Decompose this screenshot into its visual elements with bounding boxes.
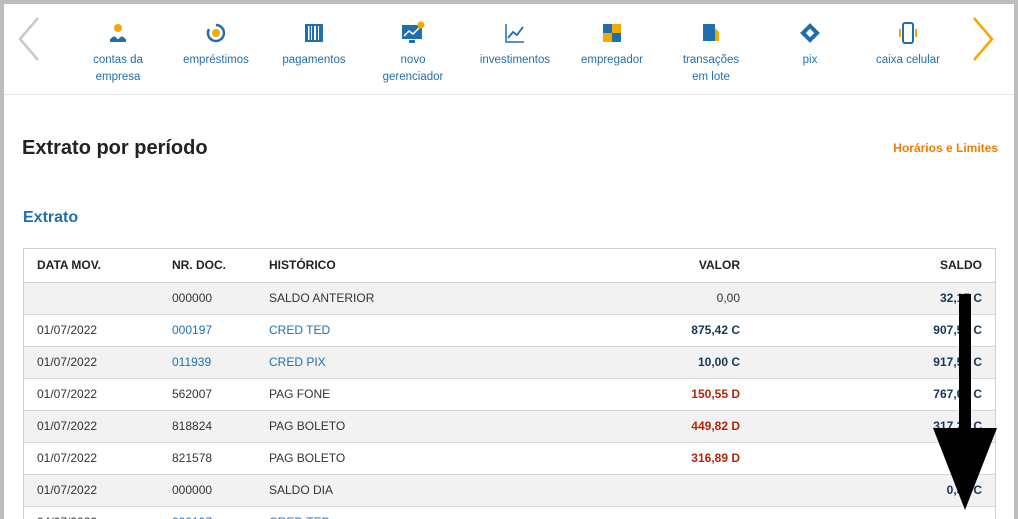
- cell-value: 0,00: [716, 291, 740, 305]
- table-row: 01/07/2022 818824 PAG BOLETO 449,82 D 31…: [24, 411, 995, 443]
- nav-item-label: contas da empresa: [93, 54, 143, 83]
- table-row: 01/07/2022 011939 CRED PIX 10,00 C 917,5…: [24, 347, 995, 379]
- cell-value: 150,55 D: [691, 387, 740, 401]
- cell-date: 01/07/2022: [37, 387, 98, 401]
- puzzle-icon: [603, 24, 621, 42]
- cell-balance: 32,15 C: [939, 291, 982, 305]
- nav-item-emprestimos[interactable]: empréstimos: [167, 20, 265, 69]
- cell-history: PAG BOLETO: [269, 419, 346, 433]
- cell-history-link[interactable]: CRED TED: [269, 507, 330, 519]
- line-chart-icon: [505, 24, 524, 43]
- nav-item-label: pix: [802, 54, 818, 66]
- nav-item-label: transações em lote: [682, 54, 740, 83]
- cell-doc: 000000: [172, 483, 213, 497]
- table-row: 01/07/2022 000000 SALDO DIA 0,31 C: [24, 475, 995, 507]
- nav-item-label: empregador: [580, 54, 643, 66]
- table-header-row: DATA MOV. NR. DOC. HISTÓRICO VALOR SALDO: [24, 249, 995, 283]
- table-row: 01/07/2022 000197 CRED TED 875,42 C 907,…: [24, 315, 995, 347]
- nav-item-contas-da-empresa[interactable]: contas da empresa: [69, 20, 167, 86]
- nav-item-pagamentos[interactable]: pagamentos: [265, 20, 363, 69]
- cell-doc: 818824: [172, 419, 213, 433]
- cell-history: PAG BOLETO: [269, 451, 346, 465]
- cell-doc: 821578: [172, 451, 213, 465]
- nav-item-investimentos[interactable]: investimentos: [466, 20, 564, 69]
- cell-value: 875,42 C: [691, 323, 740, 337]
- barcode-icon: [305, 24, 323, 42]
- cell-value: 449,82 D: [691, 419, 740, 433]
- column-header-date: DATA MOV.: [37, 258, 102, 272]
- documents-icon: [703, 24, 719, 41]
- cell-balance: 767,02 C: [933, 387, 982, 401]
- table-row: 01/07/2022 821578 PAG BOLETO 316,89 D 0,…: [24, 443, 995, 475]
- table-row: 04/07/2022 000197 CRED TED: [24, 507, 995, 519]
- nav-item-transacoes-em-lote[interactable]: transações em lote: [662, 20, 760, 86]
- cell-value: 316,89 D: [691, 451, 740, 465]
- people-icon: [110, 24, 126, 42]
- cell-history-link[interactable]: CRED TED: [269, 315, 330, 346]
- column-header-history: HISTÓRICO: [269, 258, 336, 272]
- statement-table: DATA MOV. NR. DOC. HISTÓRICO VALOR SALDO…: [23, 248, 996, 519]
- cell-doc: 562007: [172, 387, 213, 401]
- section-title: Extrato: [23, 209, 79, 226]
- cell-date: 01/07/2022: [37, 483, 98, 497]
- pix-diamond-icon: [800, 23, 820, 43]
- nav-item-label: empréstimos: [183, 54, 249, 66]
- monitor-chart-icon: [402, 21, 425, 43]
- cell-history: SALDO DIA: [269, 483, 334, 497]
- top-navigation: contas daempresa empréstimos pagamentos: [4, 4, 1014, 95]
- cell-balance: 317,20 C: [933, 419, 982, 433]
- cell-balance: 907,57 C: [933, 323, 982, 337]
- nav-item-label: caixa celular: [876, 54, 940, 66]
- nav-item-label: investimentos: [479, 54, 551, 66]
- cell-date: 04/07/2022: [37, 507, 97, 519]
- nav-item-novo-gerenciador[interactable]: novo gerenciador: [364, 20, 462, 86]
- nav-item-pix[interactable]: pix: [761, 20, 859, 69]
- cell-date: 01/07/2022: [37, 451, 98, 465]
- cell-history: PAG FONE: [269, 387, 331, 401]
- coin-cycle-icon: [206, 23, 226, 43]
- cell-date: 01/07/2022: [37, 355, 98, 369]
- cell-balance: 0,31 C: [946, 483, 982, 497]
- cell-history: SALDO ANTERIOR: [269, 291, 375, 305]
- table-row: 000000 SALDO ANTERIOR 0,00 32,15 C: [24, 283, 995, 315]
- page-title: Extrato por período: [22, 137, 208, 159]
- cell-doc-link[interactable]: 000197: [172, 507, 212, 519]
- column-header-value: VALOR: [698, 258, 740, 272]
- hours-and-limits-link[interactable]: Horários e Limites: [893, 141, 998, 155]
- nav-item-empregador[interactable]: empregador: [563, 20, 661, 69]
- cell-balance: 917,57 C: [933, 355, 982, 369]
- cell-doc-link[interactable]: 000197: [172, 315, 212, 346]
- carousel-left-arrow-icon[interactable]: [14, 14, 44, 64]
- cell-doc: 000000: [172, 291, 213, 305]
- nav-item-label: novo gerenciador: [382, 54, 444, 83]
- nav-item-label: pagamentos: [282, 54, 346, 66]
- column-header-doc: NR. DOC.: [172, 258, 226, 272]
- cell-value: 10,00 C: [697, 355, 740, 369]
- table-row: 01/07/2022 562007 PAG FONE 150,55 D 767,…: [24, 379, 995, 411]
- nav-item-caixa-celular[interactable]: caixa celular: [859, 20, 957, 69]
- cell-doc-link[interactable]: 011939: [172, 347, 211, 378]
- cell-date: 01/07/2022: [37, 323, 98, 337]
- carousel-right-arrow-icon[interactable]: [968, 14, 998, 64]
- cell-balance: 0,31 C: [946, 451, 982, 465]
- app-frame: contas daempresa empréstimos pagamentos: [4, 4, 1014, 519]
- cell-history-link[interactable]: CRED PIX: [269, 347, 326, 378]
- cell-date: 01/07/2022: [37, 419, 98, 433]
- column-header-balance: SALDO: [940, 258, 982, 272]
- mobile-phone-icon: [899, 22, 917, 44]
